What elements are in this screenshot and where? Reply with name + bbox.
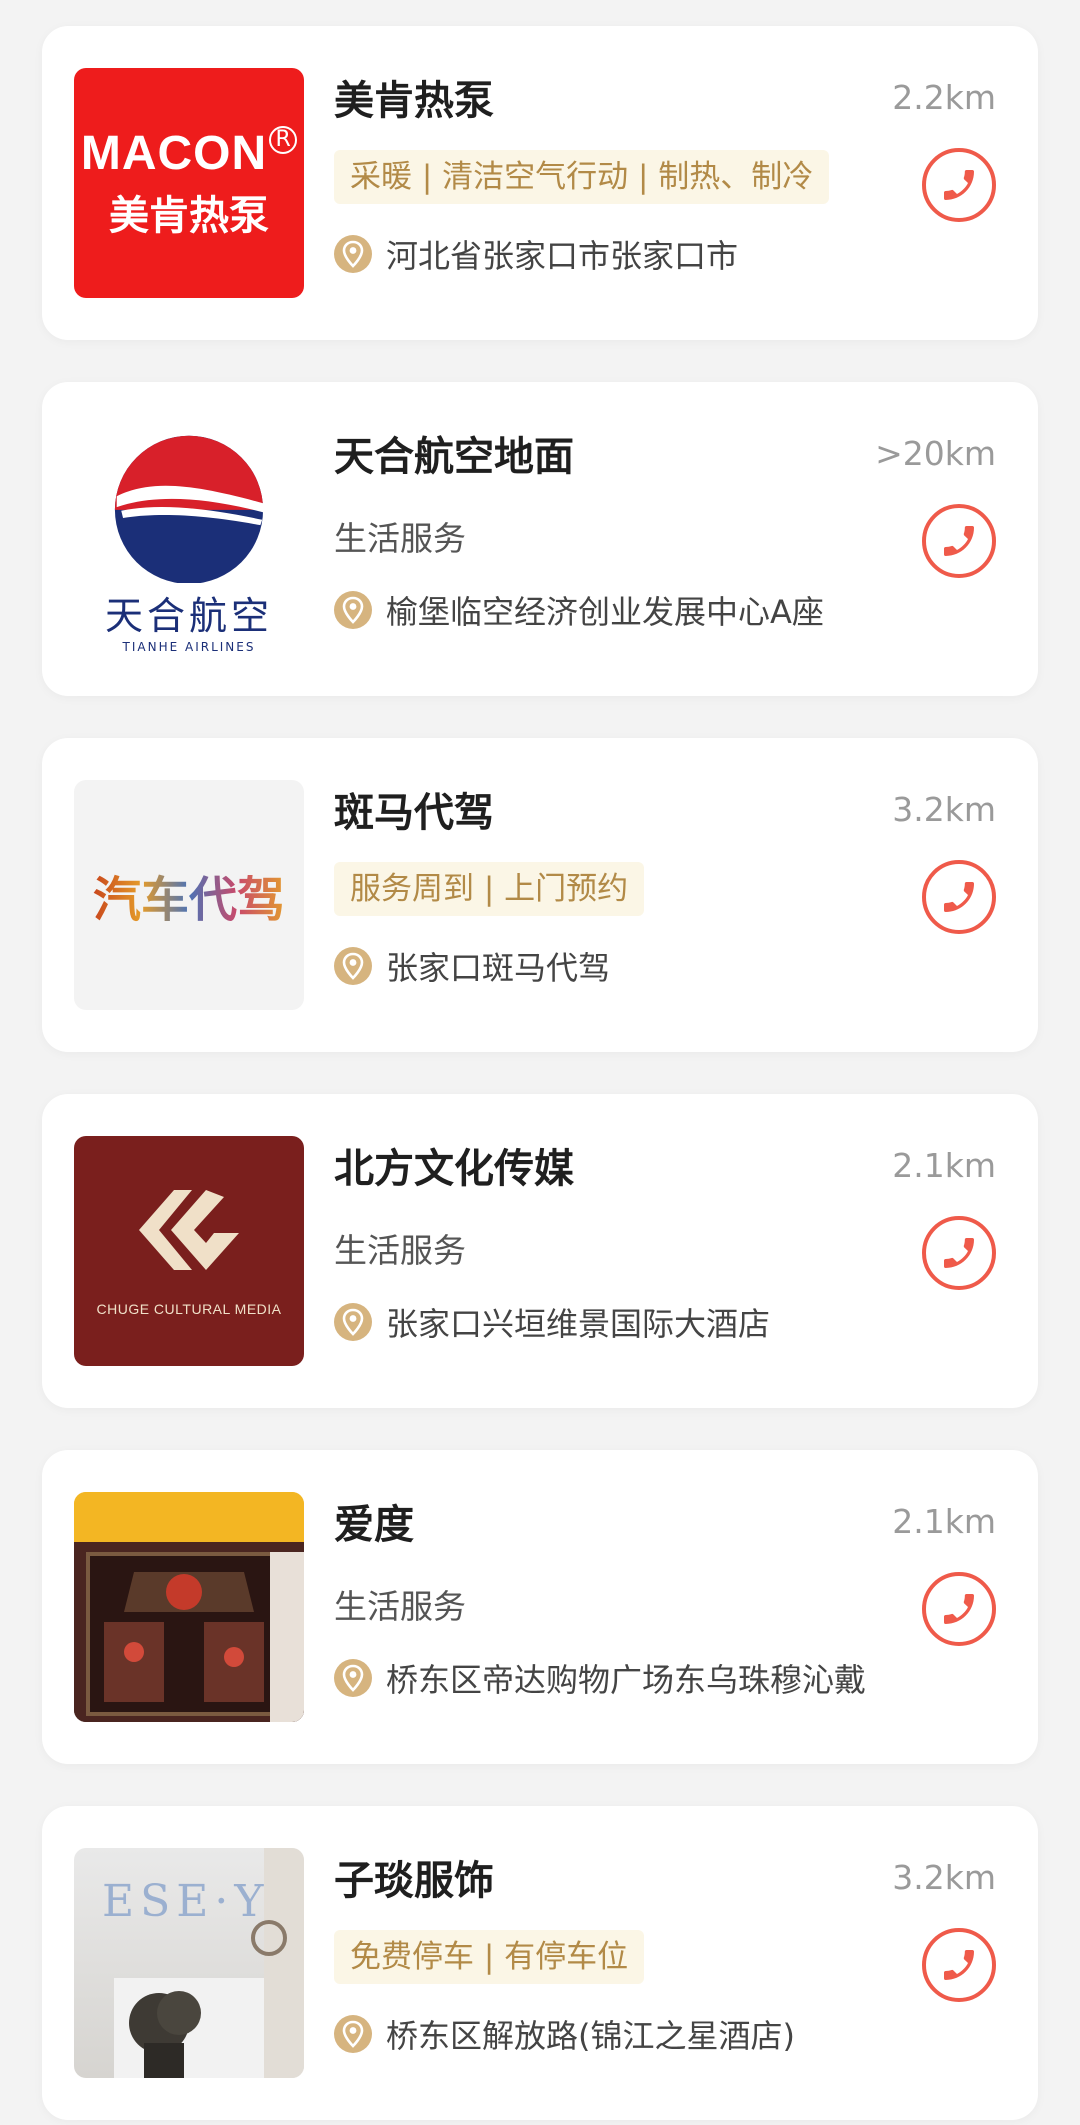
category: 生活服务: [334, 1587, 466, 1626]
address: 河北省张家口市张家口市: [386, 237, 739, 275]
distance: 2.1km: [892, 1146, 996, 1185]
distance: 2.2km: [892, 78, 996, 117]
logo-text-cn: 天合航空: [104, 594, 273, 638]
logo-text-cn: 美肯热泵: [109, 192, 269, 239]
address-row: 榆堡临空经济创业发展中心A座: [334, 590, 824, 631]
distance: 3.2km: [892, 1858, 996, 1897]
listing-title: 天合航空地面: [334, 434, 574, 480]
distance: >20km: [875, 434, 996, 473]
chuge-emblem: [139, 1190, 239, 1270]
phone-call-button[interactable]: [922, 504, 996, 578]
listing-title: 斑马代驾: [334, 790, 494, 836]
listing-title: 北方文化传媒: [334, 1146, 574, 1192]
address-row: 桥东区解放路(锦江之星酒店): [334, 2014, 795, 2055]
shop-photo: [74, 1492, 304, 1722]
category: 生活服务: [334, 519, 466, 558]
address: 张家口斑马代驾: [386, 949, 611, 987]
listing-card[interactable]: 汽车代驾 斑马代驾 3.2km 服务周到 | 上门预约 张家口斑马代驾: [42, 738, 1038, 1052]
beifang-logo: CHUGE CULTURAL MEDIA: [74, 1136, 304, 1366]
logo-text-en: TIANHE AIRLINES: [122, 640, 256, 654]
distance: 2.1km: [892, 1502, 996, 1541]
distance: 3.2km: [892, 790, 996, 829]
address: 榆堡临空经济创业发展中心A座: [386, 593, 824, 631]
phone-icon: [944, 1238, 974, 1268]
listing-card[interactable]: CHUGE CULTURAL MEDIA 北方文化传媒 2.1km 生活服务 张…: [42, 1094, 1038, 1408]
phone-icon: [944, 1950, 974, 1980]
storefront-image: [74, 1492, 304, 1722]
location-pin-icon: [334, 947, 372, 985]
listing-card[interactable]: MACON R 美肯热泵 美肯热泵 2.2km 采暖 | 清洁空气行动 | 制热…: [42, 26, 1038, 340]
address: 桥东区解放路(锦江之星酒店): [386, 2017, 795, 2055]
location-pin-icon: [334, 1303, 372, 1341]
tianhe-logo: 天合航空 TIANHE AIRLINES: [74, 424, 304, 654]
address-row: 张家口斑马代驾: [334, 946, 611, 987]
listing-title: 美肯热泵: [334, 78, 494, 124]
phone-call-button[interactable]: [922, 148, 996, 222]
phone-icon: [944, 526, 974, 556]
phone-call-button[interactable]: [922, 1572, 996, 1646]
phone-icon: [944, 882, 974, 912]
banma-logo: 汽车代驾: [74, 780, 304, 1010]
address-row: 河北省张家口市张家口市: [334, 234, 739, 275]
listing-card[interactable]: 天合航空 TIANHE AIRLINES 天合航空地面 >20km 生活服务 榆…: [42, 382, 1038, 696]
listing-title: 爱度: [334, 1502, 414, 1548]
location-pin-icon: [334, 591, 372, 629]
address-row: 张家口兴垣维景国际大酒店: [334, 1302, 771, 1343]
listing-card[interactable]: ESE·Y 子琰服饰 3.2km 免费停车 | 有停车位 桥东区解放路(锦江之星…: [42, 1806, 1038, 2120]
address-row: 桥东区帝达购物广场东乌珠穆沁戴: [334, 1658, 867, 1699]
phone-call-button[interactable]: [922, 1928, 996, 2002]
location-pin-icon: [334, 235, 372, 273]
location-pin-icon: [334, 2015, 372, 2053]
storefront-image: [114, 1848, 304, 2078]
phone-icon: [944, 170, 974, 200]
address: 张家口兴垣维景国际大酒店: [386, 1305, 771, 1343]
phone-call-button[interactable]: [922, 860, 996, 934]
tags: 免费停车 | 有停车位: [334, 1930, 645, 1984]
macon-logo: MACON R 美肯热泵: [74, 68, 304, 298]
phone-icon: [944, 1594, 974, 1624]
logo-text-en: CHUGE CULTURAL MEDIA: [96, 1301, 282, 1317]
address: 桥东区帝达购物广场东乌珠穆沁戴: [386, 1661, 867, 1699]
logo-text: MACON: [80, 126, 268, 180]
location-pin-icon: [334, 1659, 372, 1697]
tags: 服务周到 | 上门预约: [334, 862, 645, 916]
tianhe-emblem: [114, 435, 264, 583]
shop-photo: ESE·Y: [74, 1848, 304, 2078]
category: 生活服务: [334, 1231, 466, 1270]
logo-text-cn: 汽车代驾: [93, 860, 285, 930]
listing-title: 子琰服饰: [334, 1858, 494, 1904]
phone-call-button[interactable]: [922, 1216, 996, 1290]
tags: 采暖 | 清洁空气行动 | 制热、制冷: [334, 150, 830, 204]
listing-card[interactable]: 爱度 2.1km 生活服务 桥东区帝达购物广场东乌珠穆沁戴: [42, 1450, 1038, 1764]
